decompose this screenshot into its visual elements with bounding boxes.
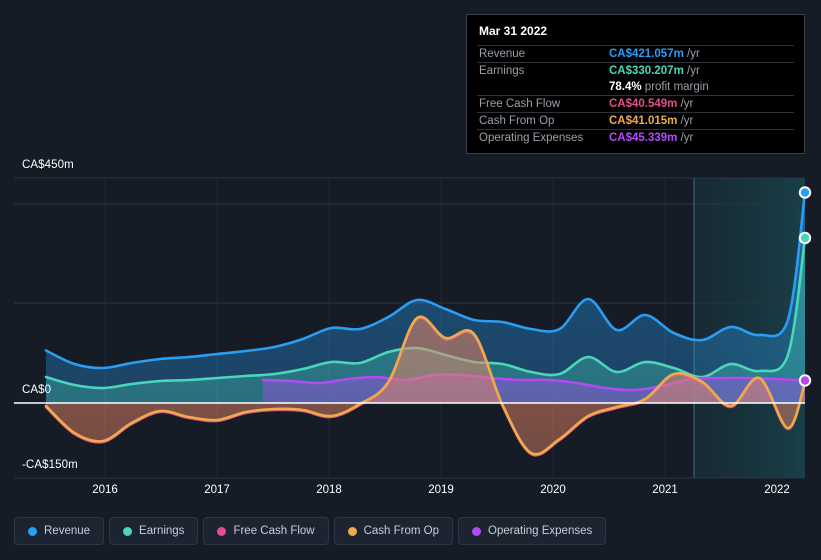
legend-color-dot [123,526,133,536]
legend-label: Free Cash Flow [233,525,315,537]
tooltip-unit: /yr [677,98,694,110]
tooltip-row: Free Cash Flow CA$40.549m /yr [477,95,794,113]
x-axis-tick-2020: 2020 [540,484,566,496]
legend-item-revenue[interactable]: Revenue [14,517,105,545]
tooltip-unit: /yr [677,132,694,144]
legend-item-cash-from-op[interactable]: Cash From Op [333,517,454,545]
x-axis-tick-2022: 2022 [764,484,790,496]
tooltip-amount: CA$330.207m [609,65,684,77]
legend-item-operating-expenses[interactable]: Operating Expenses [458,517,607,545]
legend-label: Earnings [139,525,185,537]
x-axis-tick-2019: 2019 [428,484,454,496]
tooltip-row: Earnings CA$330.207m /yr [477,62,794,79]
tooltip-metric-label: Earnings [477,62,607,79]
tooltip-unit: /yr [683,65,700,77]
tooltip-metric-value: CA$330.207m /yr [607,62,794,79]
legend-item-free-cash-flow[interactable]: Free Cash Flow [203,517,329,545]
legend-color-dot [472,526,482,536]
tooltip-metric-value: CA$45.339m /yr [607,129,794,146]
x-axis-tick-2021: 2021 [652,484,678,496]
x-axis-tick-2017: 2017 [204,484,230,496]
tooltip-row: Operating Expenses CA$45.339m /yr [477,129,794,146]
tooltip-metric-label: Cash From Op [477,112,607,130]
x-axis-tick-2018: 2018 [316,484,342,496]
tooltip-date: Mar 31 2022 [479,24,548,38]
legend-color-dot [217,526,227,536]
tooltip-row: Cash From Op CA$41.015m /yr [477,112,794,130]
tooltip-metric-label: Operating Expenses [477,129,607,146]
legend-label: Revenue [44,525,91,537]
tooltip-table: Revenue CA$421.057m /yr Earnings CA$330.207… [477,45,794,146]
legend-label: Operating Expenses [488,525,593,537]
profit-margin-number: 78.4% [609,81,642,93]
y-axis-label-top: CA$450m [22,159,74,171]
profit-margin-text: profit margin [641,81,709,93]
tooltip-row: Revenue CA$421.057m /yr [477,45,794,63]
tooltip-profit-margin-spacer [477,79,607,96]
legend-label: Cash From Op [363,525,440,537]
data-tooltip: Mar 31 2022 Revenue CA$421.057m /yr Earnin… [466,14,805,154]
legend-color-dot [28,526,37,536]
tooltip-metric-value: CA$41.015m /yr [607,112,794,130]
tooltip-profit-margin-row: 78.4% profit margin [477,79,794,96]
tooltip-unit: /yr [677,115,694,127]
tooltip-amount: CA$41.015m [609,115,678,127]
tooltip-metric-label: Revenue [477,45,607,63]
y-axis-label-bottom: -CA$150m [22,459,78,471]
tooltip-metric-value: CA$421.057m /yr [607,45,794,63]
endpoint-marker-revenue [798,186,812,199]
series-operating-expenses [261,373,807,403]
tooltip-amount: CA$40.549m [609,98,678,110]
y-axis-label-zero: CA$0 [22,384,52,396]
tooltip-profit-margin-value: 78.4% profit margin [607,79,794,96]
chart-legend: Revenue Earnings Free Cash Flow Cash From O… [14,517,607,545]
tooltip-amount: CA$421.057m [609,48,684,60]
legend-color-dot [347,526,357,536]
tooltip-unit: /yr [683,48,700,60]
endpoint-marker-operating-expenses [798,374,812,387]
x-axis-tick-2016: 2016 [92,484,118,496]
legend-item-earnings[interactable]: Earnings [109,517,199,545]
tooltip-amount: CA$45.339m [609,132,678,144]
tooltip-metric-label: Free Cash Flow [477,95,607,113]
endpoint-marker-earnings [798,231,812,245]
tooltip-metric-value: CA$40.549m /yr [607,95,794,113]
